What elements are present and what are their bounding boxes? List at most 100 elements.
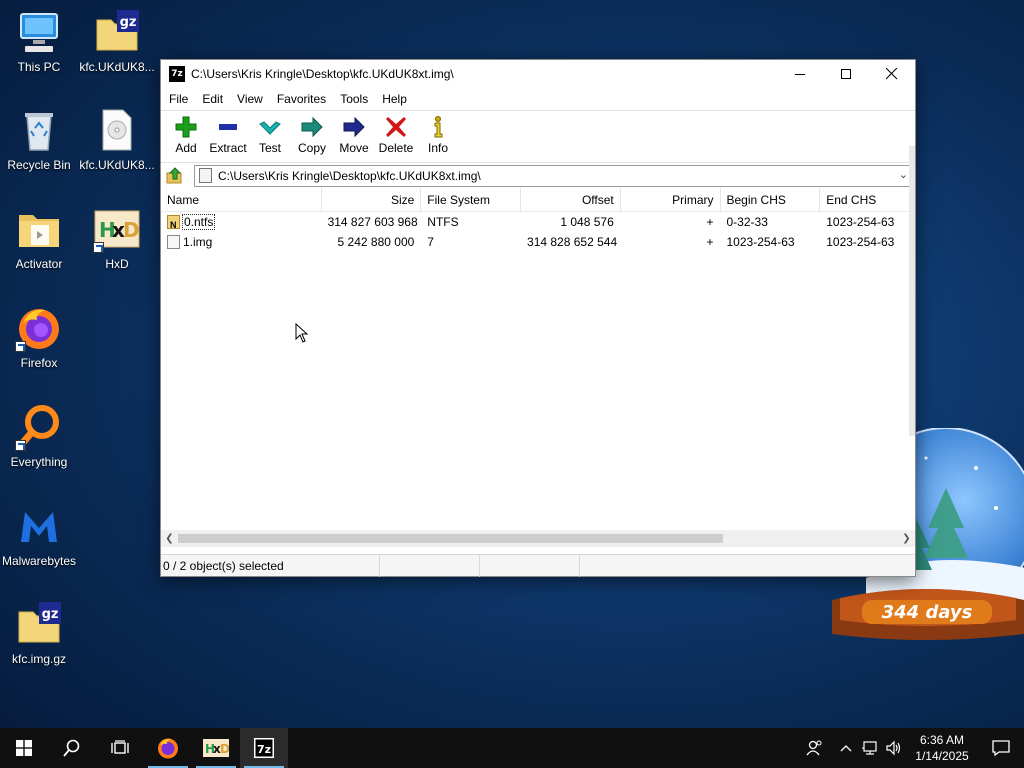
7zip-icon: 7z	[254, 738, 274, 758]
close-button[interactable]	[869, 60, 915, 88]
status-cell	[580, 555, 680, 577]
close-icon	[886, 68, 898, 80]
row-offset: 314 828 652 544	[527, 235, 618, 249]
7zip-window: 7z C:\Users\Kris Kringle\Desktop\kfc.UKd…	[160, 59, 916, 577]
desktop-icon-this-pc[interactable]: This PC	[1, 8, 77, 74]
desktop-icon-firefox[interactable]: Firefox	[1, 304, 77, 370]
desktop-icon-label: Everything	[10, 455, 68, 469]
title-bar[interactable]: 7z C:\Users\Kris Kringle\Desktop\kfc.UKd…	[161, 60, 915, 88]
copy-button[interactable]: Copy	[291, 111, 333, 155]
shortcut-arrow-icon	[15, 440, 26, 451]
desktop-icon-label: HxD	[105, 257, 129, 271]
scroll-thumb[interactable]	[178, 534, 723, 543]
globe-days-text: 344 days	[882, 602, 973, 623]
taskbar-firefox[interactable]	[144, 728, 192, 768]
table-row[interactable]: 0.ntfs 314 827 603 968 NTFS 1 048 576 + …	[161, 212, 915, 232]
row-primary: +	[706, 235, 714, 249]
column-header-primary[interactable]: Primary	[621, 187, 721, 212]
move-button[interactable]: Move	[333, 111, 375, 155]
move-arrow-icon	[343, 116, 365, 138]
path-combobox[interactable]: C:\Users\Kris Kringle\Desktop\kfc.UKdUK8…	[194, 164, 912, 187]
desktop-icon-label: kfc.UKdUK8...	[79, 60, 155, 74]
action-center-button[interactable]	[978, 728, 1024, 768]
row-offset: 1 048 576	[560, 215, 614, 229]
taskbar-7zip[interactable]: 7z	[240, 728, 288, 768]
column-header-file-system[interactable]: File System	[421, 187, 522, 212]
hxd-icon: HxD	[203, 739, 229, 757]
desktop-icon-activator[interactable]: Activator	[1, 205, 77, 271]
menu-favorites[interactable]: Favorites	[270, 92, 333, 106]
system-tray: 6:36 AM 1/14/2025	[794, 728, 1024, 768]
network-icon	[862, 741, 877, 755]
search-button[interactable]	[48, 728, 96, 768]
tray-overflow-button[interactable]	[834, 728, 858, 768]
vertical-scrollbar[interactable]	[909, 146, 915, 436]
desktop-icon-label: Recycle Bin	[7, 158, 71, 172]
path-text: C:\Users\Kris Kringle\Desktop\kfc.UKdUK8…	[218, 168, 481, 183]
row-file-system: 7	[427, 235, 434, 249]
row-end-chs: 1023-254-63	[826, 215, 895, 229]
info-icon	[434, 116, 443, 138]
info-button[interactable]: Info	[417, 111, 459, 155]
menu-tools[interactable]: Tools	[333, 92, 375, 106]
task-view-button[interactable]	[96, 728, 144, 768]
mouse-pointer-icon	[295, 323, 309, 343]
volume-button[interactable]	[882, 728, 906, 768]
horizontal-scrollbar[interactable]: ❮ ❯	[161, 530, 915, 547]
scroll-right-icon[interactable]: ❯	[898, 530, 915, 547]
status-selection: 0 / 2 object(s) selected	[161, 554, 380, 577]
status-cell	[480, 554, 580, 577]
row-file-system: NTFS	[427, 215, 459, 229]
test-button[interactable]: Test	[249, 111, 291, 155]
desktop-icon-kfc-archive[interactable]: gz kfc.UKdUK8...	[79, 8, 155, 74]
maximize-button[interactable]	[823, 60, 869, 88]
desktop-icon-kfc-image[interactable]: kfc.UKdUK8...	[79, 106, 155, 172]
minimize-button[interactable]	[777, 60, 823, 88]
column-header-size[interactable]: Size	[322, 187, 422, 212]
menu-edit[interactable]: Edit	[195, 92, 230, 106]
column-header-offset[interactable]: Offset	[521, 187, 621, 212]
scroll-left-icon[interactable]: ❮	[161, 530, 178, 547]
desktop-icon-label: Malwarebytes	[1, 554, 77, 568]
column-header-end-chs[interactable]: End CHS	[820, 188, 915, 212]
network-button[interactable]	[858, 728, 882, 768]
row-begin-chs: 1023-254-63	[726, 235, 795, 249]
menu-view[interactable]: View	[230, 92, 270, 106]
magnifier-icon	[15, 403, 63, 451]
menu-file[interactable]: File	[162, 92, 195, 106]
svg-text:D: D	[220, 742, 229, 756]
desktop-icon-label: This PC	[17, 60, 61, 74]
taskbar-clock[interactable]: 6:36 AM 1/14/2025	[906, 732, 978, 764]
scroll-track[interactable]	[178, 530, 898, 547]
speaker-icon	[886, 740, 901, 756]
row-name-cell: 0.ntfs	[161, 212, 322, 232]
desktop-icon-kfc-img-gz[interactable]: gz kfc.img.gz	[1, 600, 77, 666]
up-folder-button[interactable]	[164, 165, 186, 187]
add-button[interactable]: Add	[165, 111, 207, 155]
chevron-up-icon	[840, 745, 852, 752]
row-name-cell: 1.img	[161, 232, 322, 252]
shortcut-arrow-icon	[93, 242, 104, 253]
column-header-name[interactable]: Name	[161, 187, 322, 212]
taskbar-hxd[interactable]: HxD	[192, 728, 240, 768]
desktop-icon-malwarebytes[interactable]: Malwarebytes	[1, 502, 77, 568]
start-button[interactable]	[0, 728, 48, 768]
desktop-icon-everything[interactable]: Everything	[1, 403, 77, 469]
delete-button[interactable]: Delete	[375, 111, 417, 155]
chevron-down-icon[interactable]: ⌄	[899, 168, 908, 181]
table-row[interactable]: 1.img 5 242 880 000 7 314 828 652 544 + …	[161, 232, 915, 252]
desktop-icon-hxd[interactable]: HxD HxD	[79, 205, 155, 271]
extract-button[interactable]: Extract	[207, 111, 249, 155]
column-header-begin-chs[interactable]: Begin CHS	[721, 187, 821, 212]
people-button[interactable]	[794, 728, 834, 768]
row-end-chs: 1023-254-63	[826, 235, 895, 249]
copy-arrow-icon	[301, 116, 323, 138]
row-size: 5 242 880 000	[337, 235, 415, 249]
extract-label: Extract	[209, 141, 247, 155]
file-list: Name Size File System Offset Primary Beg…	[161, 187, 915, 550]
desktop-icon-label: Firefox	[20, 356, 58, 370]
minimize-icon	[794, 73, 805, 75]
desktop-icon-recycle-bin[interactable]: Recycle Bin	[1, 106, 77, 172]
archive-icon: gz	[93, 8, 141, 56]
menu-help[interactable]: Help	[375, 92, 414, 106]
